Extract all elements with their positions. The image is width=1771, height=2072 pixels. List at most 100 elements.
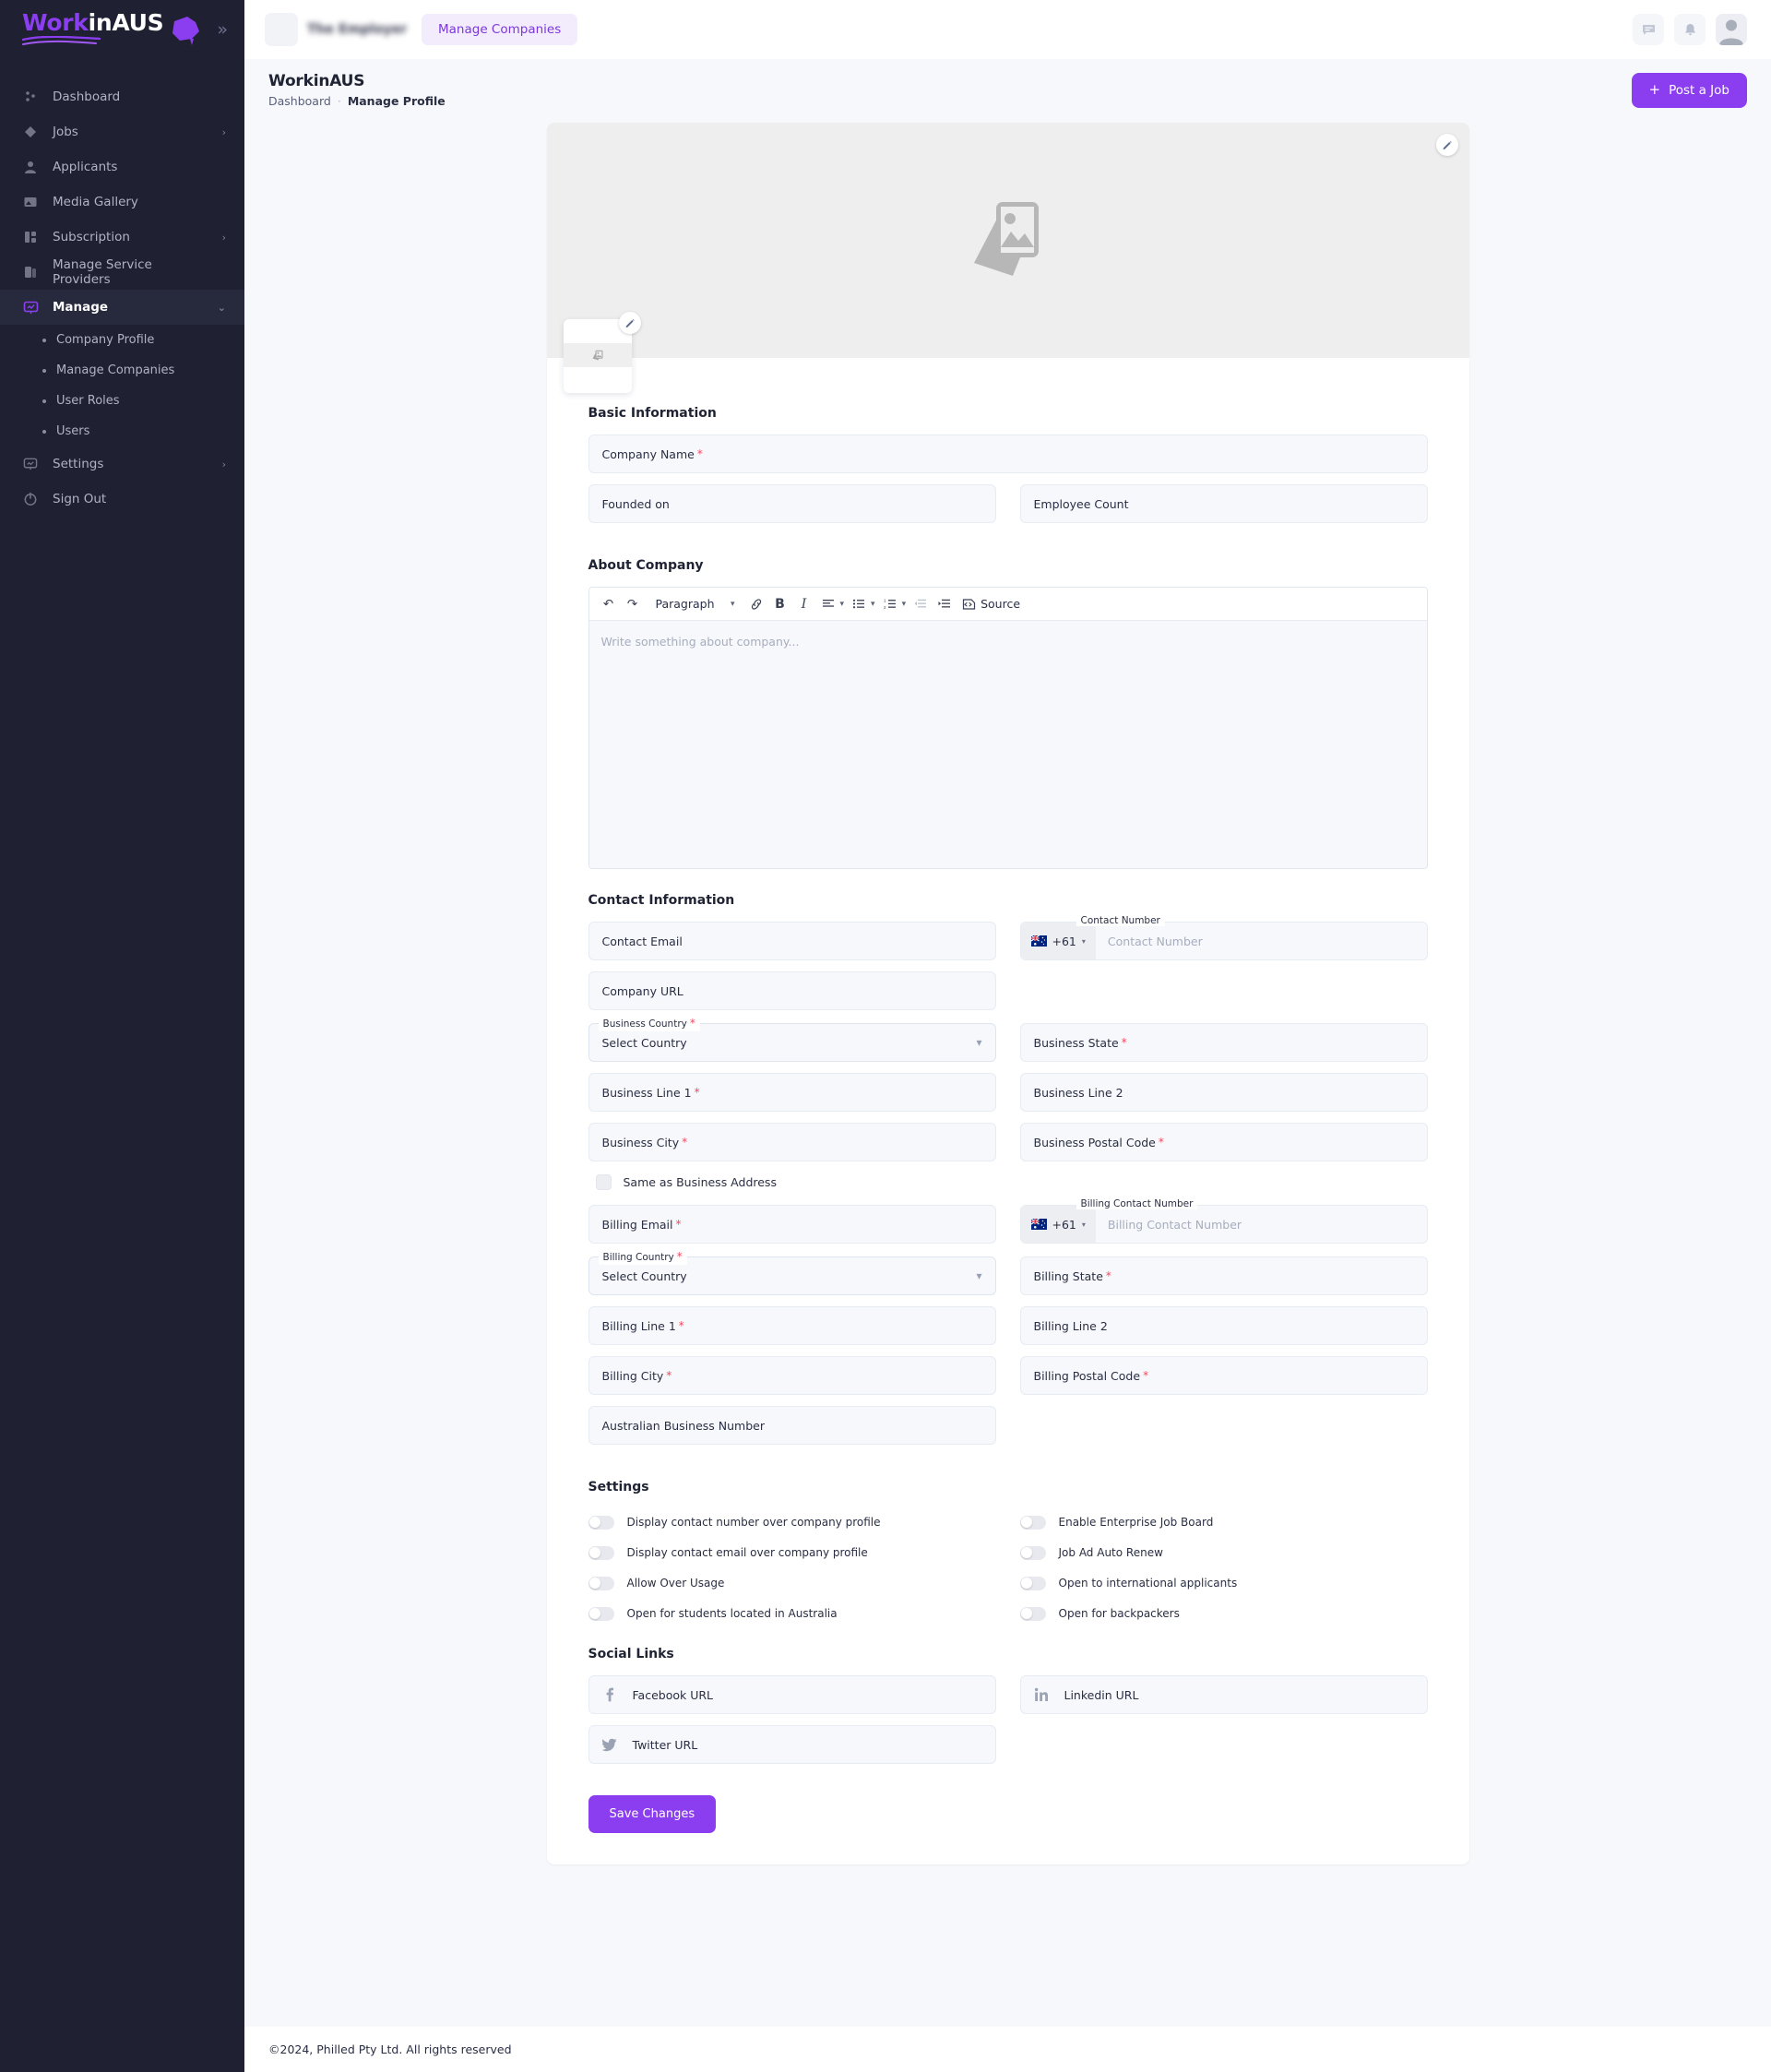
bold-button[interactable]: B — [768, 591, 792, 617]
business-country-select[interactable]: Business Country * Select Country ▾ — [588, 1017, 996, 1062]
setting-job-ad-auto-renew[interactable]: Job Ad Auto Renew — [1019, 1539, 1428, 1566]
page-title: WorkinAUS — [268, 72, 365, 90]
founded-on-input[interactable]: Founded on — [588, 484, 996, 523]
setting-open-for-students[interactable]: Open for students located in Australia — [588, 1600, 996, 1627]
notifications-button[interactable] — [1674, 14, 1706, 45]
sidebar-item-manage-companies[interactable]: Manage Companies — [0, 355, 244, 386]
breadcrumb-dashboard[interactable]: Dashboard — [268, 94, 331, 108]
bullet-list-button[interactable] — [847, 591, 871, 617]
billing-number-country-select[interactable]: +61 ▾ — [1020, 1206, 1096, 1243]
contact-number-float-label: Contact Number — [1076, 915, 1165, 926]
outdent-button[interactable] — [909, 591, 933, 617]
setting-open-for-backpackers[interactable]: Open for backpackers — [1019, 1600, 1428, 1627]
edit-cover-button[interactable] — [1435, 134, 1458, 156]
sidebar-item-company-profile[interactable]: Company Profile — [0, 325, 244, 355]
cover-banner[interactable] — [546, 123, 1469, 393]
billing-city-input[interactable]: Billing City * — [588, 1356, 996, 1395]
australia-map-icon — [172, 17, 200, 45]
billing-line-2-input[interactable]: Billing Line 2 — [1019, 1306, 1428, 1345]
contact-number-country-select[interactable]: +61 ▾ — [1020, 923, 1096, 959]
billing-postal-code-input[interactable]: Billing Postal Code * — [1019, 1356, 1428, 1395]
billing-contact-number-field[interactable]: Billing Contact Number +61 ▾ Billing Con… — [1019, 1198, 1428, 1244]
about-company-textarea[interactable]: Write something about company... — [588, 621, 1427, 868]
topbar: The Employer Manage Companies — [244, 0, 1771, 59]
sidebar-item-manage[interactable]: Manage ⌄ — [0, 290, 244, 325]
business-state-input[interactable]: Business State * — [1019, 1023, 1428, 1062]
indent-button[interactable] — [933, 591, 957, 617]
billing-country-select[interactable]: Billing Country * Select Country ▾ — [588, 1250, 996, 1295]
sidebar-collapse-button[interactable]: » — [217, 20, 228, 39]
enable-enterprise-job-board-toggle[interactable] — [1019, 1515, 1046, 1530]
job-ad-auto-renew-toggle[interactable] — [1019, 1545, 1046, 1560]
pencil-icon — [1443, 140, 1452, 149]
setting-label: Display contact number over company prof… — [626, 1516, 881, 1529]
numbered-list-chevron-down-icon[interactable]: ▾ — [902, 600, 907, 609]
post-a-job-button[interactable]: + Post a Job — [1631, 72, 1747, 108]
indent-icon — [938, 599, 951, 608]
sidebar-item-applicants[interactable]: Applicants — [0, 149, 244, 185]
align-chevron-down-icon[interactable]: ▾ — [840, 600, 845, 609]
user-avatar[interactable] — [1716, 14, 1747, 45]
billing-state-input[interactable]: Billing State * — [1019, 1256, 1428, 1295]
sidebar-item-users[interactable]: Users — [0, 416, 244, 447]
link-button[interactable] — [744, 591, 768, 617]
required-marker: * — [678, 1319, 684, 1332]
business-line-2-input[interactable]: Business Line 2 — [1019, 1073, 1428, 1112]
setting-display-contact-number[interactable]: Display contact number over company prof… — [588, 1508, 996, 1536]
open-for-backpackers-toggle[interactable] — [1019, 1606, 1046, 1621]
sidebar-sub-label: Company Profile — [56, 333, 155, 347]
same-as-business-address-checkbox[interactable] — [595, 1174, 612, 1190]
display-contact-number-toggle[interactable] — [588, 1515, 614, 1530]
company-logo-upload-card[interactable] — [563, 312, 641, 393]
linkedin-url-input[interactable]: Linkedin URL — [1019, 1675, 1428, 1714]
brand-logo[interactable]: WorkinAUS — [22, 11, 201, 48]
paragraph-format-select[interactable]: Paragraph ▾ — [650, 591, 741, 617]
source-button[interactable]: Source — [957, 597, 1026, 611]
open-for-students-toggle[interactable] — [588, 1606, 614, 1621]
display-contact-email-toggle[interactable] — [588, 1545, 614, 1560]
sidebar-item-media-gallery[interactable]: Media Gallery — [0, 185, 244, 220]
align-button[interactable] — [816, 591, 840, 617]
setting-enable-enterprise-job-board[interactable]: Enable Enterprise Job Board — [1019, 1508, 1428, 1536]
employee-count-input[interactable]: Employee Count — [1019, 484, 1428, 523]
contact-email-input[interactable]: Contact Email — [588, 922, 996, 960]
save-changes-button[interactable]: Save Changes — [588, 1795, 717, 1833]
billing-contact-number-input[interactable]: Billing Contact Number — [1096, 1206, 1427, 1243]
messages-button[interactable] — [1633, 14, 1664, 45]
setting-allow-over-usage[interactable]: Allow Over Usage — [588, 1569, 996, 1597]
sidebar-item-subscription[interactable]: Subscription › — [0, 220, 244, 255]
contact-number-field[interactable]: Contact Number +61 ▾ Contact Number — [1019, 915, 1428, 960]
facebook-url-input[interactable]: Facebook URL — [588, 1675, 996, 1714]
sidebar-item-sign-out[interactable]: Sign Out — [0, 482, 244, 517]
undo-button[interactable]: ↶ — [597, 591, 621, 617]
australian-business-number-input[interactable]: Australian Business Number — [588, 1406, 996, 1445]
sidebar-item-dashboard[interactable]: Dashboard — [0, 79, 244, 114]
business-city-input[interactable]: Business City * — [588, 1123, 996, 1161]
allow-over-usage-toggle[interactable] — [588, 1576, 614, 1590]
italic-button[interactable]: I — [792, 591, 816, 617]
logo-text-work: Work — [22, 9, 89, 36]
billing-line-1-input[interactable]: Billing Line 1 * — [588, 1306, 996, 1345]
sidebar-item-manage-service-providers[interactable]: Manage Service Providers — [0, 255, 244, 290]
edit-company-logo-button[interactable] — [618, 312, 641, 334]
same-as-business-address-row[interactable]: Same as Business Address — [595, 1174, 1428, 1190]
twitter-url-input[interactable]: Twitter URL — [588, 1725, 996, 1764]
billing-email-input[interactable]: Billing Email * — [588, 1205, 996, 1244]
contact-number-col: Contact Number +61 ▾ Contact Number — [1019, 915, 1428, 960]
about-company-editor[interactable]: ↶ ↷ Paragraph ▾ B I ▾ ▾ 1 2 ▾ Source Wri… — [588, 587, 1428, 869]
sidebar-item-jobs[interactable]: Jobs › — [0, 114, 244, 149]
setting-display-contact-email[interactable]: Display contact email over company profi… — [588, 1539, 996, 1566]
sidebar-item-settings[interactable]: Settings › — [0, 447, 244, 482]
company-url-input[interactable]: Company URL — [588, 971, 996, 1010]
setting-open-to-international-applicants[interactable]: Open to international applicants — [1019, 1569, 1428, 1597]
open-to-international-applicants-toggle[interactable] — [1019, 1576, 1046, 1590]
contact-number-input[interactable]: Contact Number — [1096, 923, 1427, 959]
business-line-1-input[interactable]: Business Line 1 * — [588, 1073, 996, 1112]
manage-companies-button[interactable]: Manage Companies — [422, 14, 578, 45]
bullet-list-chevron-down-icon[interactable]: ▾ — [871, 600, 875, 609]
business-postal-code-input[interactable]: Business Postal Code * — [1019, 1123, 1428, 1161]
redo-button[interactable]: ↷ — [621, 591, 645, 617]
sidebar-item-user-roles[interactable]: User Roles — [0, 386, 244, 416]
company-name-input[interactable]: Company Name * — [588, 435, 1428, 473]
numbered-list-button[interactable]: 1 2 — [878, 591, 902, 617]
